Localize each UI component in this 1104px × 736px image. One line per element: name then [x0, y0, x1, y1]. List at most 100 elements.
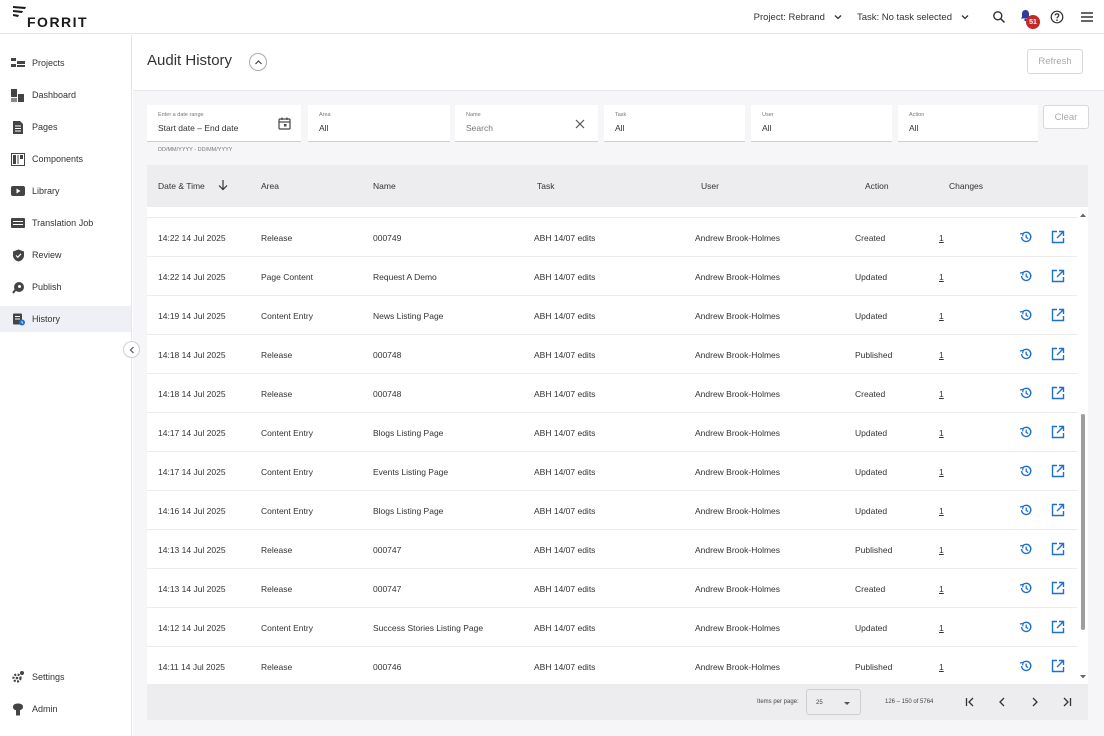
- clear-filters-button[interactable]: Clear: [1043, 105, 1089, 129]
- open-external-icon[interactable]: [1051, 620, 1065, 634]
- cell-area: Release: [261, 233, 293, 243]
- open-external-icon[interactable]: [1051, 230, 1065, 244]
- restore-history-icon[interactable]: [1019, 425, 1033, 439]
- open-external-icon[interactable]: [1051, 308, 1065, 322]
- next-page-button[interactable]: [1026, 693, 1044, 711]
- table-row[interactable]: 14:12 14 Jul 2025 Content Entry Success St…: [147, 607, 1077, 646]
- table-row[interactable]: 14:17 14 Jul 2025 Content Entry Events Lis…: [147, 451, 1077, 490]
- column-header-user[interactable]: User: [701, 181, 719, 191]
- changes-count-link[interactable]: 1: [939, 311, 944, 321]
- sidebar-item-projects[interactable]: Projects: [0, 50, 131, 76]
- sidebar-item-admin[interactable]: Admin: [0, 696, 131, 722]
- user-filter[interactable]: User All: [751, 105, 892, 142]
- table-row[interactable]: 14:22 14 Jul 2025 Release 000749 ABH 14/07 …: [147, 217, 1077, 256]
- column-header-datetime[interactable]: Date & Time: [158, 181, 205, 191]
- area-filter[interactable]: Area All: [308, 105, 450, 142]
- sidebar-collapse-button[interactable]: [123, 341, 140, 358]
- scroll-up-arrow-icon[interactable]: [1079, 212, 1087, 218]
- name-search-input[interactable]: Search: [466, 123, 493, 133]
- restore-history-icon[interactable]: [1019, 659, 1033, 673]
- project-selector[interactable]: Project: Rebrand: [754, 12, 843, 23]
- column-header-task[interactable]: Task: [537, 181, 554, 191]
- first-page-button[interactable]: [961, 693, 979, 711]
- help-button[interactable]: [1044, 4, 1070, 30]
- open-external-icon[interactable]: [1051, 425, 1065, 439]
- restore-history-icon[interactable]: [1019, 347, 1033, 361]
- sidebar-item-translation-job[interactable]: Translation Job: [0, 210, 131, 236]
- table-row[interactable]: 14:13 14 Jul 2025 Release 000747 ABH 14/07 …: [147, 568, 1077, 607]
- changes-count-link[interactable]: 1: [939, 584, 944, 594]
- changes-count-link[interactable]: 1: [939, 623, 944, 633]
- notifications-button[interactable]: 51: [1014, 4, 1040, 30]
- table-row[interactable]: 14:13 14 Jul 2025 Release 000747 ABH 14/07 …: [147, 529, 1077, 568]
- restore-history-icon[interactable]: [1019, 464, 1033, 478]
- changes-count-link[interactable]: 1: [939, 428, 944, 438]
- sidebar-item-components[interactable]: Components: [0, 146, 131, 172]
- changes-count-link[interactable]: 1: [939, 233, 944, 243]
- calendar-icon[interactable]: [278, 117, 291, 130]
- open-external-icon[interactable]: [1051, 542, 1065, 556]
- table-row[interactable]: 14:19 14 Jul 2025 Content Entry News Listi…: [147, 295, 1077, 334]
- open-external-icon[interactable]: [1051, 269, 1065, 283]
- restore-history-icon[interactable]: [1019, 386, 1033, 400]
- action-filter[interactable]: Action All: [898, 105, 1038, 142]
- sidebar-item-publish[interactable]: Publish: [0, 274, 131, 300]
- scroll-down-arrow-icon[interactable]: [1079, 674, 1087, 680]
- changes-count-link[interactable]: 1: [939, 272, 944, 282]
- changes-count-link[interactable]: 1: [939, 506, 944, 516]
- previous-page-button[interactable]: [993, 693, 1011, 711]
- open-external-icon[interactable]: [1051, 581, 1065, 595]
- sidebar-item-review[interactable]: Review: [0, 242, 131, 268]
- table-row[interactable]: 14:18 14 Jul 2025 Release 000748 ABH 14/07 …: [147, 334, 1077, 373]
- main-menu-button[interactable]: [1074, 4, 1100, 30]
- cell-task: ABH 14/07 edits: [534, 233, 596, 243]
- open-external-icon[interactable]: [1051, 503, 1065, 517]
- name-filter[interactable]: Name Search: [455, 105, 598, 142]
- column-header-area[interactable]: Area: [261, 181, 279, 191]
- table-body[interactable]: 14:22 14 Jul 2025 Release 000749 ABH 14/07 …: [147, 207, 1088, 683]
- collapse-filters-button[interactable]: [249, 53, 267, 71]
- column-header-changes[interactable]: Changes: [949, 181, 983, 191]
- close-icon[interactable]: [574, 118, 586, 130]
- sort-descending-icon[interactable]: [217, 179, 229, 191]
- user-filter-value: All: [762, 123, 772, 133]
- table-row[interactable]: 14:16 14 Jul 2025 Content Entry Blogs List…: [147, 490, 1077, 529]
- sidebar-item-history[interactable]: History: [0, 306, 131, 332]
- restore-history-icon[interactable]: [1019, 542, 1033, 556]
- open-external-icon[interactable]: [1051, 347, 1065, 361]
- table-row[interactable]: 14:18 14 Jul 2025 Release 000748 ABH 14/07 …: [147, 373, 1077, 412]
- items-per-page-select[interactable]: 25: [806, 689, 861, 715]
- task-selector[interactable]: Task: No task selected: [857, 12, 970, 23]
- restore-history-icon[interactable]: [1019, 581, 1033, 595]
- table-row[interactable]: 14:11 14 Jul 2025 Release 000746 ABH 14/07 …: [147, 646, 1077, 683]
- date-range-filter[interactable]: Enter a date range Start date – End date: [147, 105, 301, 142]
- column-header-action[interactable]: Action: [865, 181, 889, 191]
- sidebar-item-settings[interactable]: Settings: [0, 664, 131, 690]
- table-row[interactable]: 14:17 14 Jul 2025 Content Entry Blogs List…: [147, 412, 1077, 451]
- sidebar-item-library[interactable]: Library: [0, 178, 131, 204]
- restore-history-icon[interactable]: [1019, 620, 1033, 634]
- open-external-icon[interactable]: [1051, 386, 1065, 400]
- restore-history-icon[interactable]: [1019, 269, 1033, 283]
- restore-history-icon[interactable]: [1019, 503, 1033, 517]
- sidebar-item-pages[interactable]: Pages: [0, 114, 131, 140]
- changes-count-link[interactable]: 1: [939, 389, 944, 399]
- changes-count-link[interactable]: 1: [939, 662, 944, 672]
- cell-action: Updated: [855, 311, 888, 321]
- search-button[interactable]: [986, 4, 1012, 30]
- restore-history-icon[interactable]: [1019, 308, 1033, 322]
- changes-count-link[interactable]: 1: [939, 467, 944, 477]
- table-scrollbar-thumb[interactable]: [1081, 414, 1085, 630]
- restore-history-icon[interactable]: [1019, 230, 1033, 244]
- task-filter[interactable]: Task All: [604, 105, 745, 142]
- refresh-button[interactable]: Refresh: [1027, 49, 1083, 74]
- sidebar-item-label: Settings: [32, 672, 65, 682]
- changes-count-link[interactable]: 1: [939, 545, 944, 555]
- table-row[interactable]: 14:22 14 Jul 2025 Page Content Request A D…: [147, 256, 1077, 295]
- open-external-icon[interactable]: [1051, 464, 1065, 478]
- sidebar-item-dashboard[interactable]: Dashboard: [0, 82, 131, 108]
- open-external-icon[interactable]: [1051, 659, 1065, 673]
- last-page-button[interactable]: [1058, 693, 1076, 711]
- column-header-name[interactable]: Name: [373, 181, 396, 191]
- changes-count-link[interactable]: 1: [939, 350, 944, 360]
